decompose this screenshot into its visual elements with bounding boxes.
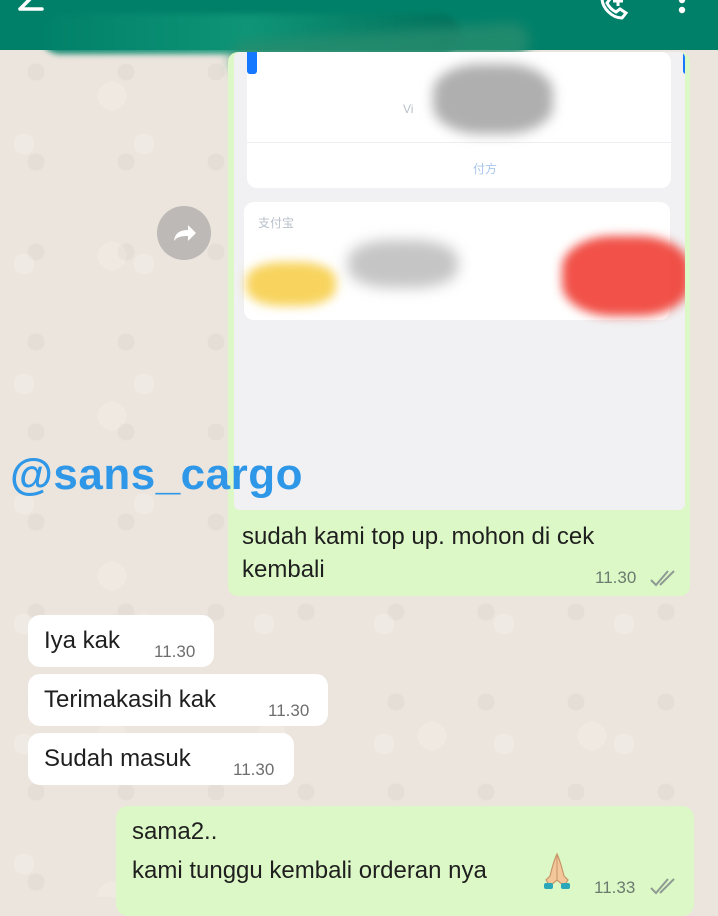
message-time: 11.30 bbox=[595, 568, 637, 587]
call-add-icon[interactable] bbox=[596, 0, 636, 29]
message-line: sama2.. bbox=[132, 818, 218, 845]
screenshot-card: 支付宝 bbox=[244, 202, 685, 320]
faint-text: 支付宝 bbox=[258, 216, 295, 230]
message-text: Sudah masuk bbox=[44, 745, 191, 772]
blue-marker bbox=[683, 52, 685, 74]
double-check-icon bbox=[648, 876, 680, 901]
faint-text: Vi bbox=[403, 102, 414, 116]
redaction-smudge bbox=[348, 240, 458, 288]
screenshot-card: Vi 付方 bbox=[247, 52, 685, 188]
message-text: Iya kak bbox=[44, 627, 121, 654]
shared-screenshot-image[interactable]: Vi 付方 支付宝 bbox=[234, 52, 685, 510]
redaction-smudge bbox=[246, 262, 336, 306]
folded-hands-emoji bbox=[540, 850, 574, 895]
double-check-icon bbox=[648, 568, 680, 593]
forward-icon bbox=[174, 225, 196, 241]
redaction-smudge bbox=[562, 236, 685, 316]
message-time: 11.30 bbox=[154, 642, 196, 661]
message-time: 11.30 bbox=[268, 701, 310, 720]
message-time: 11.33 bbox=[594, 878, 636, 897]
more-vert-icon[interactable] bbox=[672, 0, 692, 29]
watermark-text: @sans_cargo bbox=[10, 450, 303, 499]
message-text: Terimakasih kak bbox=[44, 686, 217, 713]
forward-button[interactable] bbox=[157, 206, 211, 260]
blue-marker bbox=[247, 52, 257, 74]
divider bbox=[247, 142, 671, 143]
faint-text: 付方 bbox=[473, 162, 498, 176]
message-time: 11.30 bbox=[233, 760, 275, 779]
message-line: kami tunggu kembali orderan nya bbox=[132, 857, 487, 884]
caption-line: sudah kami top up. mohon di cek bbox=[242, 523, 595, 550]
redaction-smudge bbox=[433, 64, 553, 134]
